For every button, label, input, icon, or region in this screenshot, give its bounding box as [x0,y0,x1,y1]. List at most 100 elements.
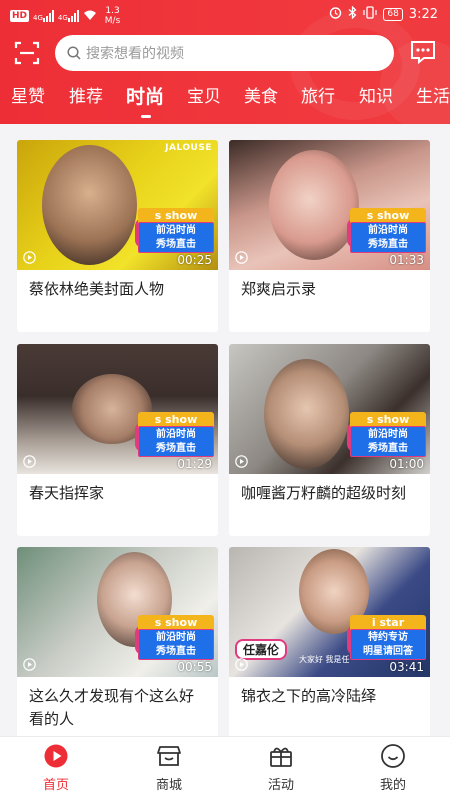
badge-tag: s show [138,208,214,223]
bottom-nav: 首页 商城 活动 我的 [0,736,450,800]
nav-label: 活动 [267,778,294,793]
video-thumbnail[interactable]: JALOUSE s show 前沿时尚秀场直击 00:25 [17,140,218,270]
video-thumbnail[interactable]: 任嘉伦 大家好 我是任 i star 特约专访 明星请回答 03:41 [229,547,430,677]
badge-tag: s show [350,412,426,427]
message-icon[interactable] [409,39,437,65]
nav-activity[interactable]: 活动 [251,743,311,793]
battery-indicator: 68 [383,7,403,21]
show-badge: s show 前沿时尚秀场直击 [135,208,218,255]
gift-icon [270,747,292,767]
badge-line: 秀场直击 [156,646,196,657]
badge-tag: s show [350,208,426,223]
play-icon [23,455,36,468]
badge-line: 前沿时尚 [368,225,408,236]
nav-label: 商城 [155,778,182,793]
hd-indicator: HD [10,10,30,22]
video-card[interactable]: s show 前沿时尚秀场直击 01:33 郑爽启示录 [229,140,430,332]
nav-profile[interactable]: 我的 [363,743,423,793]
network-type: 4G [33,14,43,22]
show-badge: s show 前沿时尚秀场直击 [347,412,430,459]
bluetooth-icon [348,5,357,22]
badge-line: 前沿时尚 [368,429,408,440]
video-duration: 00:25 [177,253,212,267]
speed-unit: M/s [104,16,121,26]
tab-baby[interactable]: 宝贝 [187,82,221,112]
clock: 3:22 [408,6,438,22]
status-bar: HD 4G 4G 1.3 M/s 68 3:22 [0,0,450,32]
video-title: 郑爽启示录 [241,280,317,298]
show-badge: s show 前沿时尚秀场直击 [347,208,430,255]
badge-tag: s show [138,412,214,427]
video-thumbnail[interactable]: s show 前沿时尚秀场直击 00:55 [17,547,218,677]
video-title: 这么久才发现有个这么好看的人 [29,687,195,728]
video-card[interactable]: s show 前沿时尚秀场直击 01:29 春天指挥家 [17,344,218,536]
signal-icon: 4G [58,10,79,22]
play-icon [235,658,248,671]
tab-fashion[interactable]: 时尚 [126,82,164,112]
speed-value: 1.3 [105,6,120,16]
thumbnail-image [42,145,137,265]
badge-line: 特约专访 [368,632,408,643]
play-icon [235,455,248,468]
scan-icon[interactable] [14,40,40,66]
tab-life[interactable]: 生活 [416,82,450,112]
badge-line: 秀场直击 [368,239,408,250]
video-title: 锦衣之下的高冷陆绎 [241,687,377,705]
video-thumbnail[interactable]: s show 前沿时尚秀场直击 01:33 [229,140,430,270]
badge-line: 前沿时尚 [156,225,196,236]
alarm-icon [329,6,342,22]
search-icon [67,46,81,60]
shop-icon [157,746,181,766]
thumbnail-image [269,150,359,260]
badge-tag: s show [138,615,214,630]
badge-tag: i star [350,615,426,630]
video-subtitle: 大家好 我是任 [299,655,350,664]
video-card[interactable]: s show 前沿时尚秀场直击 01:00 咖喱酱万籽麟的超级时刻 [229,344,430,536]
tab-knowledge[interactable]: 知识 [359,82,393,112]
play-icon [23,251,36,264]
profile-icon [381,744,405,768]
magazine-watermark: JALOUSE [165,143,212,153]
video-duration: 00:55 [177,660,212,674]
home-play-icon [44,744,68,768]
search-placeholder: 搜索想看的视频 [86,46,184,62]
video-card[interactable]: JALOUSE s show 前沿时尚秀场直击 00:25 蔡依林绝美封面人物 [17,140,218,332]
nav-shop[interactable]: 商城 [139,743,199,793]
video-card[interactable]: s show 前沿时尚秀场直击 00:55 这么久才发现有个这么好看的人 [17,547,218,739]
video-title: 咖喱酱万籽麟的超级时刻 [241,484,407,502]
video-duration: 01:00 [389,457,424,471]
badge-line: 秀场直击 [156,239,196,250]
badge-line: 前沿时尚 [156,632,196,643]
video-duration: 03:41 [389,660,424,674]
video-duration: 01:29 [177,457,212,471]
signal-icon: 4G [33,10,54,22]
category-tabs: 星赞 推荐 时尚 宝贝 美食 旅行 知识 生活 [0,82,450,118]
badge-line: 前沿时尚 [156,429,196,440]
show-badge: s show 前沿时尚秀场直击 [135,615,218,662]
badge-line: 秀场直击 [156,443,196,454]
nav-home[interactable]: 首页 [26,743,86,793]
badge-line: 秀场直击 [368,443,408,454]
tab-recommend[interactable]: 推荐 [69,82,103,112]
video-thumbnail[interactable]: s show 前沿时尚秀场直击 01:00 [229,344,430,474]
video-duration: 01:33 [389,253,424,267]
nav-label: 我的 [379,778,406,793]
thumbnail-image [264,359,349,469]
play-icon [235,251,248,264]
network-type: 4G [57,14,68,22]
video-thumbnail[interactable]: s show 前沿时尚秀场直击 01:29 [17,344,218,474]
name-tag: 任嘉伦 [235,639,288,660]
show-badge: s show 前沿时尚秀场直击 [135,412,218,459]
tab-travel[interactable]: 旅行 [301,82,335,112]
video-card[interactable]: 任嘉伦 大家好 我是任 i star 特约专访 明星请回答 03:41 锦衣之下的… [229,547,430,739]
app-header: HD 4G 4G 1.3 M/s 68 3:22 搜索想看的视频 星赞 推荐 时… [0,0,450,124]
tab-xingzan[interactable]: 星赞 [11,82,45,112]
video-title: 蔡依林绝美封面人物 [29,280,165,298]
tab-food[interactable]: 美食 [244,82,278,112]
nav-label: 首页 [42,778,69,793]
wifi-icon [83,9,97,24]
network-speed: 1.3 M/s [105,6,121,26]
search-input[interactable]: 搜索想看的视频 [55,35,394,71]
istar-badge: i star 特约专访 明星请回答 [347,615,430,662]
video-title: 春天指挥家 [29,484,105,502]
